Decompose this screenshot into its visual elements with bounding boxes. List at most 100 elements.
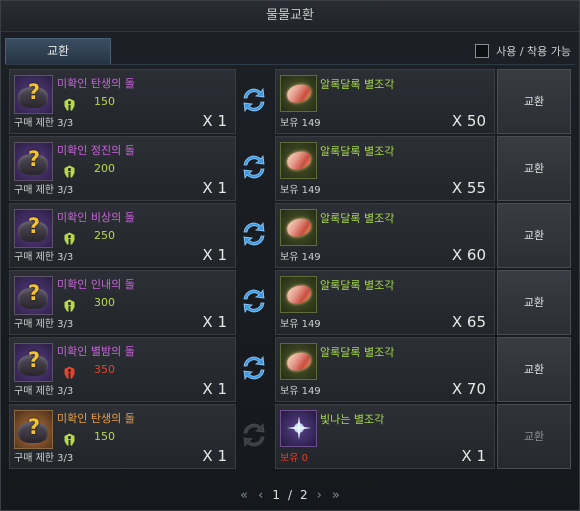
first-page-icon[interactable]: « [240,488,248,503]
shard-shape [285,283,313,306]
reward-item-panel: 알록달록 별조각보유 149 X 60 [275,203,495,268]
exchange-button[interactable]: 교환 [497,136,571,201]
star-shard-icon[interactable] [280,75,317,112]
owned-count: 보유 149 [280,386,321,397]
exchange-button[interactable]: 교환 [497,270,571,335]
reward-item-panel: 알록달록 별조각 보유 149 X 65 [275,270,495,335]
exchange-button[interactable]: 교환 [497,203,571,268]
question-mark-icon: ? [27,281,41,305]
exchange-button[interactable]: 교환 [497,404,571,469]
reward-item-name: 알록달록 별조각 [320,78,395,91]
reward-item-panel: 빛나는 별조각보유 0 X 1 [275,404,495,469]
power-helmet-icon [63,230,76,245]
tab-bar: 교환 사용 / 착용 가능 [5,38,575,65]
power-value: 250 [94,229,115,242]
question-mark-icon: ? [27,80,41,104]
cost-item-panel: ? 미확인 비상의 돌 250 구매 제한 3/3 X 1 [9,203,236,268]
exchange-arrows-icon [239,85,269,115]
exchange-button[interactable]: 교환 [497,69,571,134]
trade-row: ? 미확인 탄생의 돌 150 구매 제한 3/3 X 1 알록달록 별조각 보유 149 X… [9,69,575,134]
exchange-arrows-icon [239,152,269,182]
unidentified-stone-icon[interactable]: ? [14,142,53,181]
owned-count: 보유 149 [280,185,321,196]
reward-item-name: 알록달록 별조각 [320,212,395,225]
star-shard-icon[interactable] [280,276,317,313]
pagination: « ‹ 1 / 2 › » [1,486,579,504]
reward-item-panel: 알록달록 별조각보유 149 X 55 [275,136,495,201]
reward-item-name: 알록달록 별조각 [320,145,395,158]
power-value: 350 [94,363,115,376]
power-value: 150 [94,95,115,108]
reward-quantity: X 55 [451,179,486,197]
cost-item-panel: ? 미확인 별밤의 돌 350 구매 제한 3/3 X 1 [9,337,236,402]
cost-item-name: 미확인 탄생의 돌 [57,77,135,90]
power-value: 300 [94,296,115,309]
question-mark-icon: ? [27,147,41,171]
reward-quantity: X 60 [451,246,486,264]
exchange-arrows-icon [239,219,269,249]
exchange-button[interactable]: 교환 [497,337,571,402]
cost-item-name: 미확인 정진의 돌 [57,144,135,157]
purchase-limit: 구매 제한 3/3 [14,386,74,397]
power-helmet-icon [63,96,76,111]
cost-item-panel: ? 미확인 탄생의 돌 150 구매 제한 3/3 X 1 [9,404,236,469]
prev-page-icon[interactable]: ‹ [258,488,263,503]
owned-count: 보유 0 [280,453,308,464]
question-mark-icon: ? [27,348,41,372]
star-shard-icon[interactable] [280,343,317,380]
unidentified-stone-icon[interactable]: ? [14,209,53,248]
star-shard-icon[interactable] [280,209,317,246]
reward-item-name: 알록달록 별조각 [320,279,395,292]
reward-item-panel: 알록달록 별조각 보유 149 X 70 [275,337,495,402]
reward-item-panel: 알록달록 별조각 보유 149 X 50 [275,69,495,134]
power-helmet-icon [63,431,76,446]
power-value: 200 [94,162,115,175]
shard-shape [285,149,313,172]
shard-shape [285,216,313,239]
exchange-arrows-icon [239,420,269,450]
window-title: 물물교환 [1,1,579,32]
cost-item-panel: ? 미확인 정진의 돌 200 구매 제한 3/3 X 1 [9,136,236,201]
reward-quantity: X 70 [451,380,486,398]
cost-item-name: 미확인 비상의 돌 [57,211,135,224]
purchase-limit: 구매 제한 3/3 [14,185,74,196]
sparkle-glyph [287,416,311,440]
total-pages: 2 [300,488,308,502]
next-page-icon[interactable]: › [317,488,322,503]
current-page: 1 [272,488,280,502]
equip-filter-checkbox[interactable] [475,44,490,58]
last-page-icon[interactable]: » [332,488,340,503]
shard-shape [285,350,313,373]
power-value: 150 [94,430,115,443]
unidentified-stone-icon[interactable]: ? [14,276,53,315]
cost-quantity: X 1 [202,246,227,264]
cost-item-name: 미확인 인내의 돌 [57,278,135,291]
reward-item-name: 빛나는 별조각 [320,413,385,426]
trade-row: ? 미확인 탄생의 돌 150 구매 제한 3/3 X 1 빛나는 별조각보유 0 X 1 교… [9,404,575,469]
purchase-limit: 구매 제한 3/3 [14,453,74,464]
tab-exchange[interactable]: 교환 [5,38,111,64]
owned-count: 보유 149 [280,252,321,263]
cost-quantity: X 1 [202,380,227,398]
star-shard-icon[interactable] [280,142,317,179]
cost-quantity: X 1 [202,313,227,331]
unidentified-stone-icon[interactable]: ? [14,75,53,114]
power-helmet-icon [63,297,76,312]
cost-quantity: X 1 [202,447,227,465]
cost-quantity: X 1 [202,112,227,130]
question-mark-icon: ? [27,214,41,238]
sparkle-star-icon[interactable] [280,410,317,447]
cost-item-name: 미확인 탄생의 돌 [57,412,135,425]
owned-count: 보유 149 [280,319,321,330]
shard-shape [285,82,313,105]
trade-row: ? 미확인 별밤의 돌 350 구매 제한 3/3 X 1 알록달록 별조각 보유 149 X… [9,337,575,402]
question-mark-icon: ? [27,415,41,439]
trade-row: ? 미확인 인내의 돌 300 구매 제한 3/3 X 1 알록달록 별조각 보유 149 X… [9,270,575,335]
power-helmet-icon [63,364,76,379]
reward-quantity: X 1 [461,447,486,465]
unidentified-stone-icon[interactable]: ? [14,343,53,382]
unidentified-stone-icon[interactable]: ? [14,410,53,449]
trade-window: 물물교환 교환 사용 / 착용 가능 ? 미확인 탄생의 돌 150 구매 제한 3/… [0,0,580,511]
equip-filter-toggle[interactable]: 사용 / 착용 가능 [475,43,571,59]
purchase-limit: 구매 제한 3/3 [14,319,74,330]
